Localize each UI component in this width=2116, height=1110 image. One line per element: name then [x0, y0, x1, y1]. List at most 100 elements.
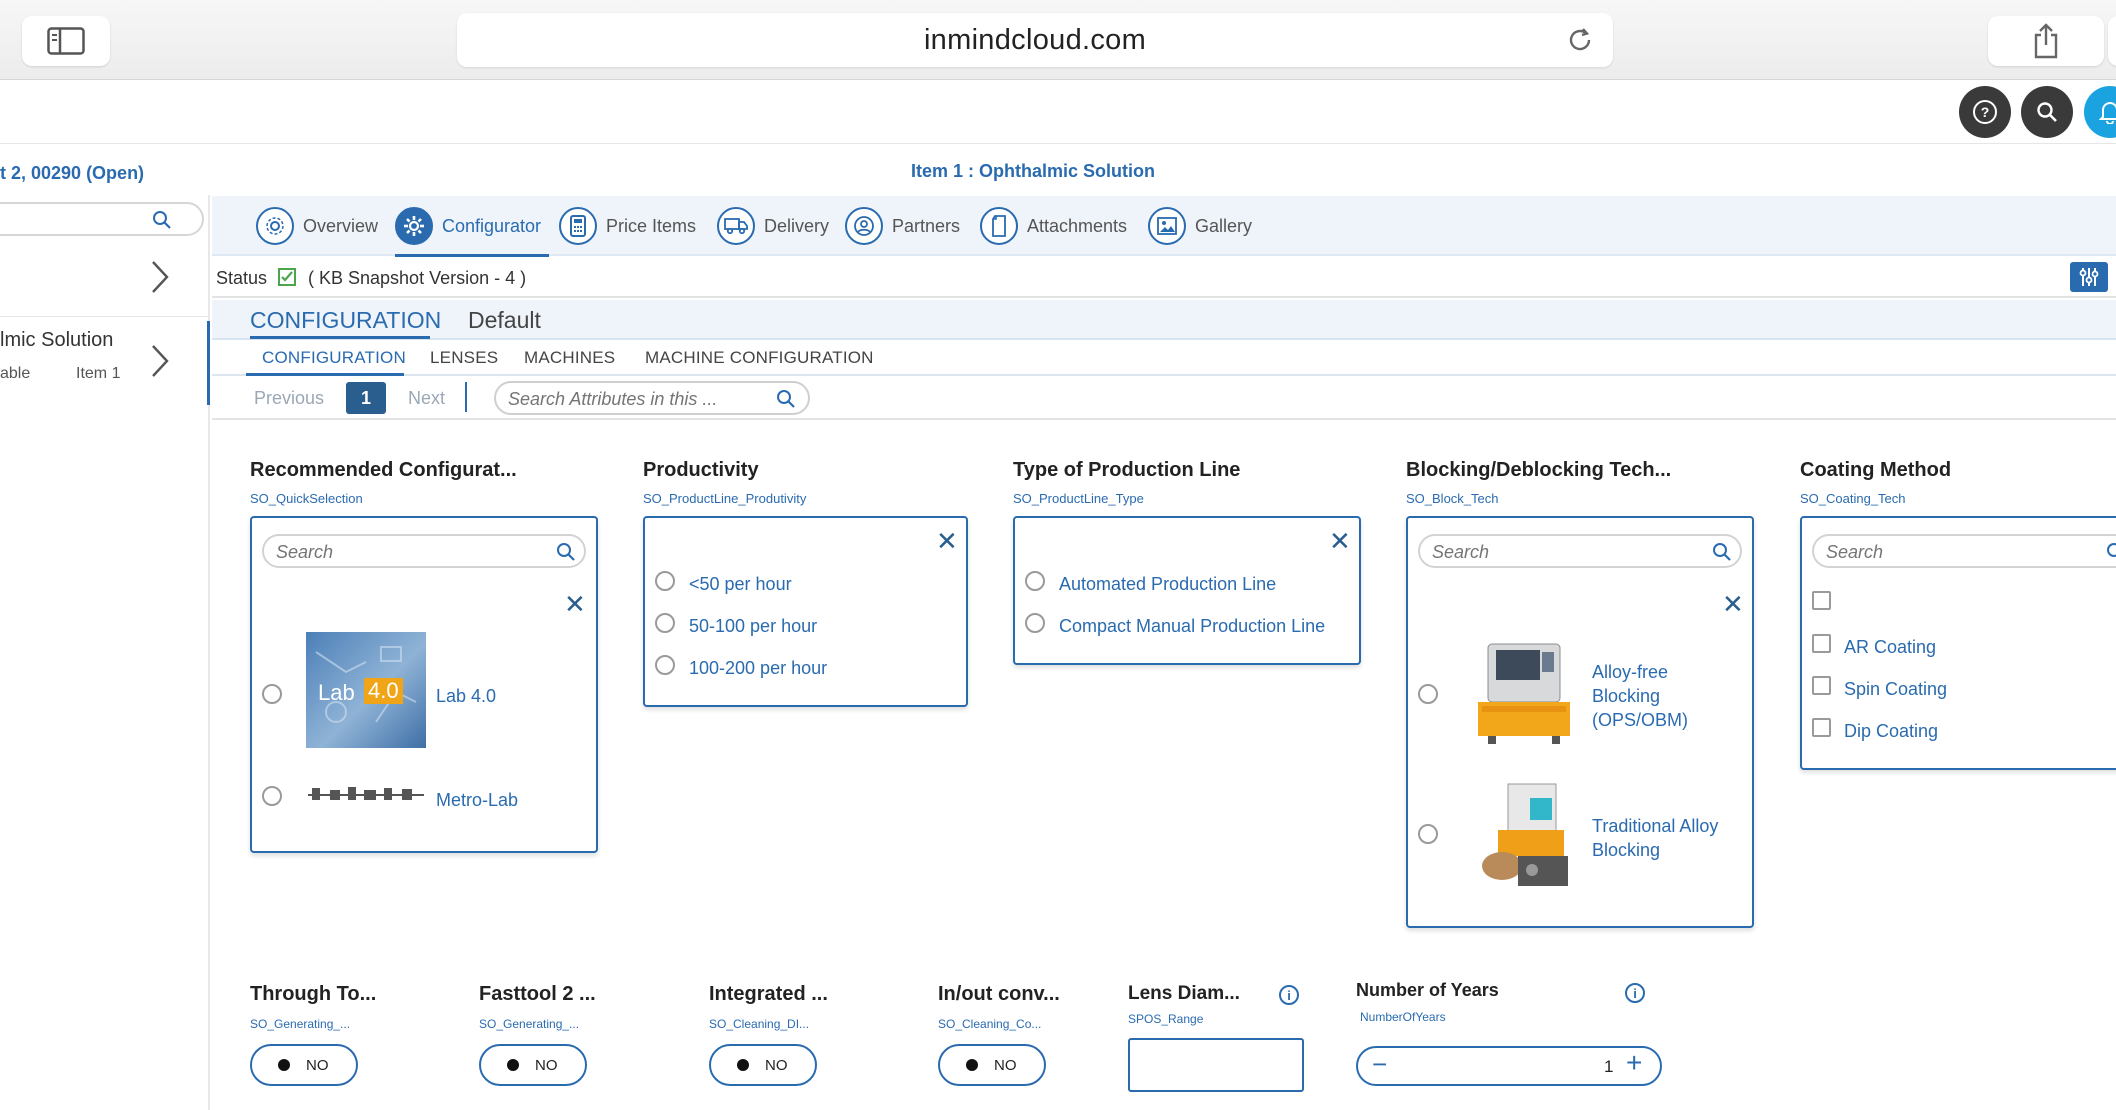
lens-diameter-input[interactable]: [1128, 1038, 1304, 1092]
attribute-search-input[interactable]: [508, 389, 770, 410]
blocking-search-input[interactable]: [1432, 542, 1688, 563]
radio-productivity-2[interactable]: [655, 613, 675, 633]
recommended-box: ✕ Lab 4.0 Lab 4.0 Metro-Lab: [250, 516, 598, 853]
page-number[interactable]: 1: [346, 382, 386, 414]
checkbox-select-all[interactable]: [1812, 591, 1831, 610]
radio-productivity-1[interactable]: [655, 571, 675, 591]
info-icon[interactable]: i: [1625, 983, 1645, 1003]
notifications-button[interactable]: [2084, 86, 2116, 138]
decrement-button[interactable]: −: [1372, 1051, 1387, 1077]
item-tabs: Overview Configurator Price Items Delive…: [212, 196, 2116, 256]
address-bar[interactable]: inmindcloud.com: [457, 13, 1613, 67]
option-compact-manual[interactable]: Compact Manual Production Line: [1059, 616, 1325, 637]
sidebar-toggle-button[interactable]: [22, 16, 110, 66]
option-automated[interactable]: Automated Production Line: [1059, 574, 1276, 595]
reload-icon[interactable]: [1565, 25, 1595, 63]
recommended-search[interactable]: [262, 534, 586, 568]
radio-compact-manual[interactable]: [1025, 613, 1045, 633]
toggle-integrated[interactable]: NO: [709, 1044, 817, 1086]
tab-partners[interactable]: Partners: [845, 196, 960, 256]
option-traditional-alloy[interactable]: Traditional Alloy Blocking: [1592, 814, 1742, 862]
info-icon[interactable]: i: [1279, 985, 1299, 1005]
left-list-item-selected[interactable]: lmic Solution able Item 1: [0, 321, 210, 405]
configuration-tab[interactable]: CONFIGURATION: [250, 307, 441, 334]
radio-alloy-free[interactable]: [1418, 684, 1438, 704]
tab-label: Price Items: [606, 215, 697, 236]
attr-title-fasttool: Fasttool 2 ...: [479, 983, 596, 1005]
toggle-fasttool[interactable]: NO: [479, 1044, 587, 1086]
radio-traditional-alloy[interactable]: [1418, 824, 1438, 844]
radio-productivity-3[interactable]: [655, 655, 675, 675]
toggle-label: NO: [535, 1057, 558, 1074]
tab-gallery[interactable]: Gallery: [1148, 196, 1252, 256]
clear-selection-icon[interactable]: ✕: [936, 528, 958, 554]
left-list-item[interactable]: [0, 245, 210, 317]
years-value[interactable]: 1: [1604, 1057, 1613, 1077]
clear-selection-icon[interactable]: ✕: [1722, 591, 1744, 617]
attribute-search[interactable]: [494, 381, 810, 415]
left-item-id: Item 1: [76, 365, 121, 382]
attr-code-coating: SO_Coating_Tech: [1800, 491, 1906, 506]
attr-title-years: Number of Years: [1356, 980, 1499, 1000]
option-lab40[interactable]: Lab 4.0: [436, 686, 496, 707]
default-tab[interactable]: Default: [468, 307, 541, 334]
search-icon: [1713, 543, 1731, 561]
coating-search[interactable]: [1812, 534, 2116, 568]
recommended-search-input[interactable]: [276, 542, 532, 563]
option-alloy-free[interactable]: Alloy-free Blocking (OPS/OBM): [1592, 660, 1712, 732]
increment-button[interactable]: +: [1626, 1049, 1642, 1077]
toggle-through[interactable]: NO: [250, 1044, 358, 1086]
person-icon: [845, 207, 883, 245]
checkbox-dip-coating[interactable]: [1812, 718, 1831, 737]
share-button[interactable]: [1988, 16, 2104, 66]
option-dip-coating[interactable]: Dip Coating: [1844, 721, 1938, 742]
clear-selection-icon[interactable]: ✕: [1329, 528, 1351, 554]
option-spin-coating[interactable]: Spin Coating: [1844, 679, 1947, 700]
clear-selection-icon[interactable]: ✕: [564, 591, 586, 617]
subtab-machine-configuration[interactable]: MACHINE CONFIGURATION: [645, 348, 874, 368]
left-item-title: lmic Solution: [0, 329, 114, 351]
toggle-inout[interactable]: NO: [938, 1044, 1046, 1086]
bell-icon: [2099, 102, 2116, 124]
previous-button[interactable]: Previous: [254, 388, 324, 409]
toggle-dot: [966, 1059, 978, 1071]
tab-delivery[interactable]: Delivery: [717, 196, 829, 256]
tab-configurator[interactable]: Configurator: [395, 196, 541, 256]
option-metrolab[interactable]: Metro-Lab: [436, 790, 518, 811]
search-icon[interactable]: [776, 389, 796, 409]
tab-overview[interactable]: Overview: [256, 196, 378, 256]
svg-text:?: ?: [1981, 104, 1990, 120]
share-icon: [2034, 23, 2058, 59]
tab-label: Delivery: [764, 215, 830, 236]
radio-lab40[interactable]: [262, 684, 282, 704]
toggle-dot: [278, 1059, 290, 1071]
help-button[interactable]: ?: [1959, 86, 2011, 138]
subtab-lenses[interactable]: LENSES: [430, 348, 498, 368]
checkbox-spin-coating[interactable]: [1812, 676, 1831, 695]
subtab-machines[interactable]: MACHINES: [524, 348, 615, 368]
attr-code-lens: SPOS_Range: [1128, 1012, 1204, 1026]
option-ar-coating[interactable]: AR Coating: [1844, 637, 1936, 658]
coating-search-input[interactable]: [1826, 542, 2082, 563]
radio-metrolab[interactable]: [262, 786, 282, 806]
settings-button[interactable]: [2070, 262, 2108, 292]
configuration-tab-indicator: [250, 336, 430, 339]
search-button[interactable]: [2021, 86, 2073, 138]
pagination: Previous 1 Next: [212, 378, 2116, 420]
checkbox-ar-coating[interactable]: [1812, 634, 1831, 653]
radio-automated[interactable]: [1025, 571, 1045, 591]
document-icon: [980, 207, 1018, 245]
quote-title[interactable]: t 2, 00290 (Open): [0, 163, 144, 184]
option-productivity-2[interactable]: 50-100 per hour: [689, 616, 817, 637]
chevron-right-icon: [152, 345, 169, 377]
option-productivity-3[interactable]: 100-200 per hour: [689, 658, 827, 679]
tab-price-items[interactable]: Price Items: [559, 196, 696, 256]
blocking-search[interactable]: [1418, 534, 1742, 568]
attr-title-recommended: Recommended Configurat...: [250, 459, 517, 481]
tab-attachments[interactable]: Attachments: [980, 196, 1127, 256]
tabs-button[interactable]: [2108, 16, 2116, 66]
option-productivity-1[interactable]: <50 per hour: [689, 574, 792, 595]
next-button[interactable]: Next: [408, 388, 445, 409]
subtab-configuration[interactable]: CONFIGURATION: [262, 348, 406, 368]
left-search-input[interactable]: [0, 202, 204, 236]
